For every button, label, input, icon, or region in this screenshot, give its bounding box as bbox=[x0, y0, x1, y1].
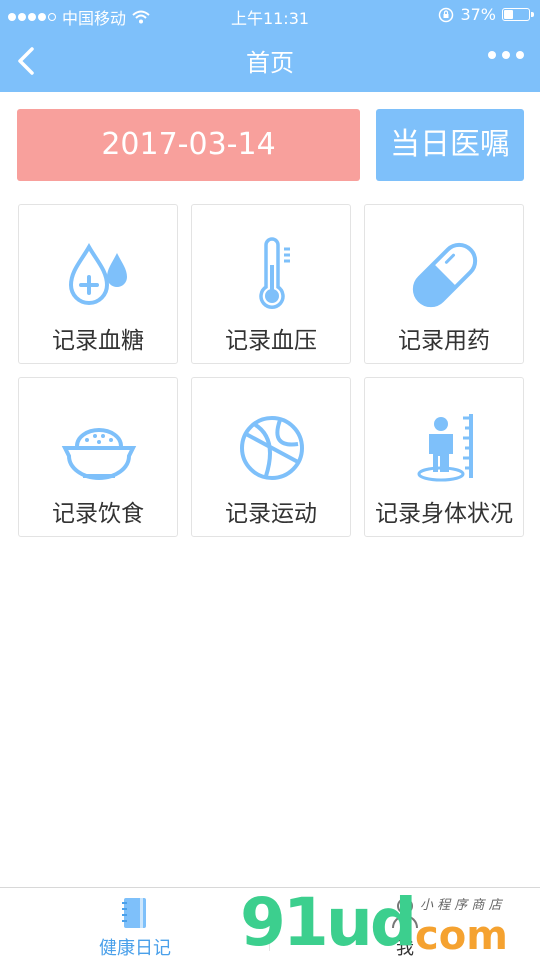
status-right: 37% bbox=[438, 5, 534, 24]
tile-label: 记录饮食 bbox=[52, 501, 144, 527]
capsule-icon bbox=[412, 242, 478, 308]
tab-me[interactable]: 我 bbox=[270, 888, 540, 961]
battery-icon bbox=[502, 8, 534, 21]
tile-label: 记录运动 bbox=[225, 501, 317, 527]
tile-label: 记录身体状况 bbox=[375, 501, 513, 527]
tile-exercise[interactable]: 记录运动 bbox=[191, 377, 351, 537]
battery-percent: 37% bbox=[460, 5, 496, 24]
tab-label: 健康日记 bbox=[99, 938, 171, 959]
basketball-icon bbox=[240, 416, 304, 480]
tile-label: 记录血压 bbox=[225, 328, 317, 354]
notebook-icon bbox=[122, 898, 146, 928]
body-height-icon bbox=[417, 414, 473, 482]
person-icon bbox=[392, 898, 418, 929]
tile-body-condition[interactable]: 记录身体状况 bbox=[364, 377, 524, 537]
tile-blood-sugar[interactable]: 记录血糖 bbox=[18, 204, 178, 364]
tile-blood-pressure[interactable]: 记录血压 bbox=[191, 204, 351, 364]
more-dots-icon[interactable] bbox=[488, 51, 524, 59]
blood-drop-plus-icon bbox=[68, 242, 127, 305]
tab-health-diary[interactable]: 健康日记 bbox=[0, 888, 270, 961]
status-bar: 中国移动 上午11:31 37% bbox=[0, 0, 540, 30]
rotation-lock-icon bbox=[439, 7, 454, 22]
page-title: 首页 bbox=[246, 49, 294, 77]
tile-label: 记录用药 bbox=[398, 328, 490, 354]
thermometer-icon bbox=[259, 237, 290, 309]
nav-bar: 首页 bbox=[0, 30, 540, 92]
rice-bowl-icon bbox=[61, 428, 137, 480]
tab-label: 我 bbox=[396, 938, 414, 959]
tab-bar: 健康日记 我 bbox=[0, 887, 540, 961]
tile-label: 记录血糖 bbox=[52, 328, 144, 354]
daily-advice-button[interactable]: 当日医嘱 bbox=[376, 109, 524, 181]
date-button[interactable]: 2017-03-14 bbox=[17, 109, 360, 181]
tile-diet[interactable]: 记录饮食 bbox=[18, 377, 178, 537]
tile-medication[interactable]: 记录用药 bbox=[364, 204, 524, 364]
